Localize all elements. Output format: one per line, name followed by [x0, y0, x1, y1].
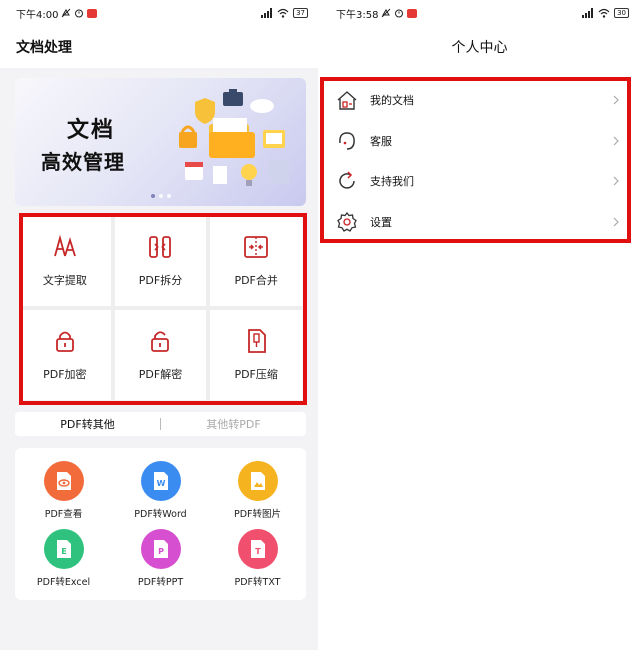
banner-title-line2: 高效管理 [41, 150, 125, 174]
notification-badge-icon [407, 8, 418, 18]
headset-icon [339, 131, 355, 150]
status-time: 下午3:58 [336, 9, 379, 21]
file-shape: E [56, 539, 71, 558]
conversion-tabs: PDF转其他 其他转PDF [15, 412, 306, 436]
convert-pdf-excel[interactable]: E PDF转Excel [15, 524, 112, 592]
wifi-icon [277, 8, 289, 18]
eye-file-icon [43, 460, 84, 501]
menu-item-label: 我的文档 [370, 94, 414, 108]
tool-pdf-decrypt[interactable]: PDF解密 [114, 310, 207, 400]
menu-item-my-documents[interactable]: 我的文档 [324, 80, 630, 121]
excel-file-icon: E [43, 528, 84, 569]
page-title: 文档处理 [0, 26, 318, 68]
tool-pdf-split[interactable]: PDF拆分 [114, 216, 207, 306]
tool-pdf-merge[interactable]: PDF合并 [210, 216, 302, 306]
convert-pdf-txt[interactable]: T PDF转TXT [209, 524, 306, 592]
carousel-dot[interactable] [150, 194, 155, 198]
profile-menu: 我的文档 客服 支持我们 设置 [324, 80, 630, 242]
file-glyph: E [61, 547, 66, 556]
alarm-icon [75, 9, 84, 18]
status-bar: 下午4:00 37 [0, 0, 318, 26]
file-shape [250, 471, 265, 490]
tab-pdf-to-other[interactable]: PDF转其他 [15, 416, 160, 432]
wifi-icon [598, 8, 610, 18]
tool-label: PDF加密 [43, 368, 87, 381]
signal-icon [261, 8, 273, 18]
status-bar: 下午3:58 30 [320, 0, 639, 26]
page-title: 个人中心 [451, 40, 508, 56]
status-right: 37 [261, 8, 308, 18]
file-glyph: P [158, 547, 164, 556]
tool-label: PDF合并 [234, 274, 278, 287]
file-shape: W [153, 471, 168, 490]
tool-pdf-compress[interactable]: PDF压缩 [210, 310, 302, 400]
convert-pdf-ppt[interactable]: P PDF转PPT [112, 524, 209, 592]
status-right: 30 [582, 8, 629, 18]
convert-pdf-word[interactable]: W PDF转Word [112, 456, 209, 524]
menu-item-customer-service[interactable]: 客服 [324, 121, 630, 162]
battery-indicator: 37 [293, 8, 308, 18]
menu-item-label: 支持我们 [370, 175, 414, 189]
convert-label: PDF转图片 [233, 508, 281, 520]
chevron-right-icon [613, 176, 619, 186]
image-file-icon [237, 460, 278, 501]
chevron-right-icon [613, 217, 619, 227]
promo-banner[interactable]: 文档 高效管理 [15, 78, 306, 206]
unlock-icon [151, 331, 170, 352]
file-shape [56, 471, 71, 490]
menu-item-settings[interactable]: 设置 [324, 202, 630, 243]
file-shape: T [250, 539, 265, 558]
conversion-grid: PDF查看 W PDF转Word PDF转图片 E PDF转Excel P PD… [15, 448, 306, 600]
home-doc-icon [337, 91, 357, 110]
banner-title-line1: 文档 [67, 117, 116, 143]
tool-label: PDF拆分 [138, 274, 183, 287]
tool-label: PDF解密 [138, 368, 183, 381]
split-icon [149, 236, 172, 258]
convert-label: PDF转Excel [36, 576, 91, 588]
menu-item-label: 客服 [370, 134, 392, 148]
status-left: 下午3:58 [336, 6, 418, 21]
word-file-icon: W [140, 460, 181, 501]
txt-file-icon: T [237, 528, 278, 569]
status-left: 下午4:00 [16, 6, 98, 21]
menu-item-label: 设置 [370, 215, 392, 229]
compress-icon [248, 329, 267, 353]
carousel-dot[interactable] [158, 194, 163, 198]
text-extract-icon [53, 234, 76, 257]
chevron-right-icon [613, 95, 619, 105]
convert-label: PDF转Word [134, 508, 187, 520]
chevron-right-icon [613, 136, 619, 146]
tool-text-extract[interactable]: 文字提取 [19, 216, 111, 306]
carousel-dots [15, 194, 306, 198]
carousel-dot[interactable] [166, 194, 171, 198]
status-time: 下午4:00 [16, 9, 59, 21]
file-glyph: W [156, 479, 165, 488]
ppt-file-icon: P [140, 528, 181, 569]
tool-pdf-encrypt[interactable]: PDF加密 [19, 310, 111, 400]
tool-label: 文字提取 [42, 274, 87, 287]
refresh-heart-icon [339, 171, 355, 189]
battery-indicator: 30 [614, 8, 629, 18]
convert-pdf-image[interactable]: PDF转图片 [209, 456, 306, 524]
convert-label: PDF查看 [44, 508, 83, 520]
pdf-tools-grid: 文字提取 PDF拆分 PDF合并 PDF加密 PDF解密 PDF压缩 [19, 216, 302, 400]
convert-pdf-view[interactable]: PDF查看 [15, 456, 112, 524]
office-illustration-icon [179, 89, 289, 186]
signal-icon [582, 8, 594, 18]
lock-icon [55, 331, 74, 352]
convert-label: PDF转PPT [137, 576, 184, 588]
menu-item-support-us[interactable]: 支持我们 [324, 161, 630, 202]
file-glyph: T [255, 547, 261, 556]
convert-label: PDF转TXT [234, 576, 281, 588]
merge-icon [244, 236, 269, 258]
tab-other-to-pdf[interactable]: 其他转PDF [161, 416, 306, 432]
alarm-icon [395, 9, 404, 18]
mute-icon [382, 8, 391, 18]
file-shape: P [153, 539, 168, 558]
mute-icon [62, 8, 71, 18]
gear-icon [337, 211, 357, 232]
screenshot-root: 下午4:00 37 文档处理 文档 高效管理 文字提取 PDF拆分 PDF合并 … [0, 0, 639, 650]
tool-label: PDF压缩 [234, 368, 278, 381]
notification-badge-icon [87, 8, 98, 18]
